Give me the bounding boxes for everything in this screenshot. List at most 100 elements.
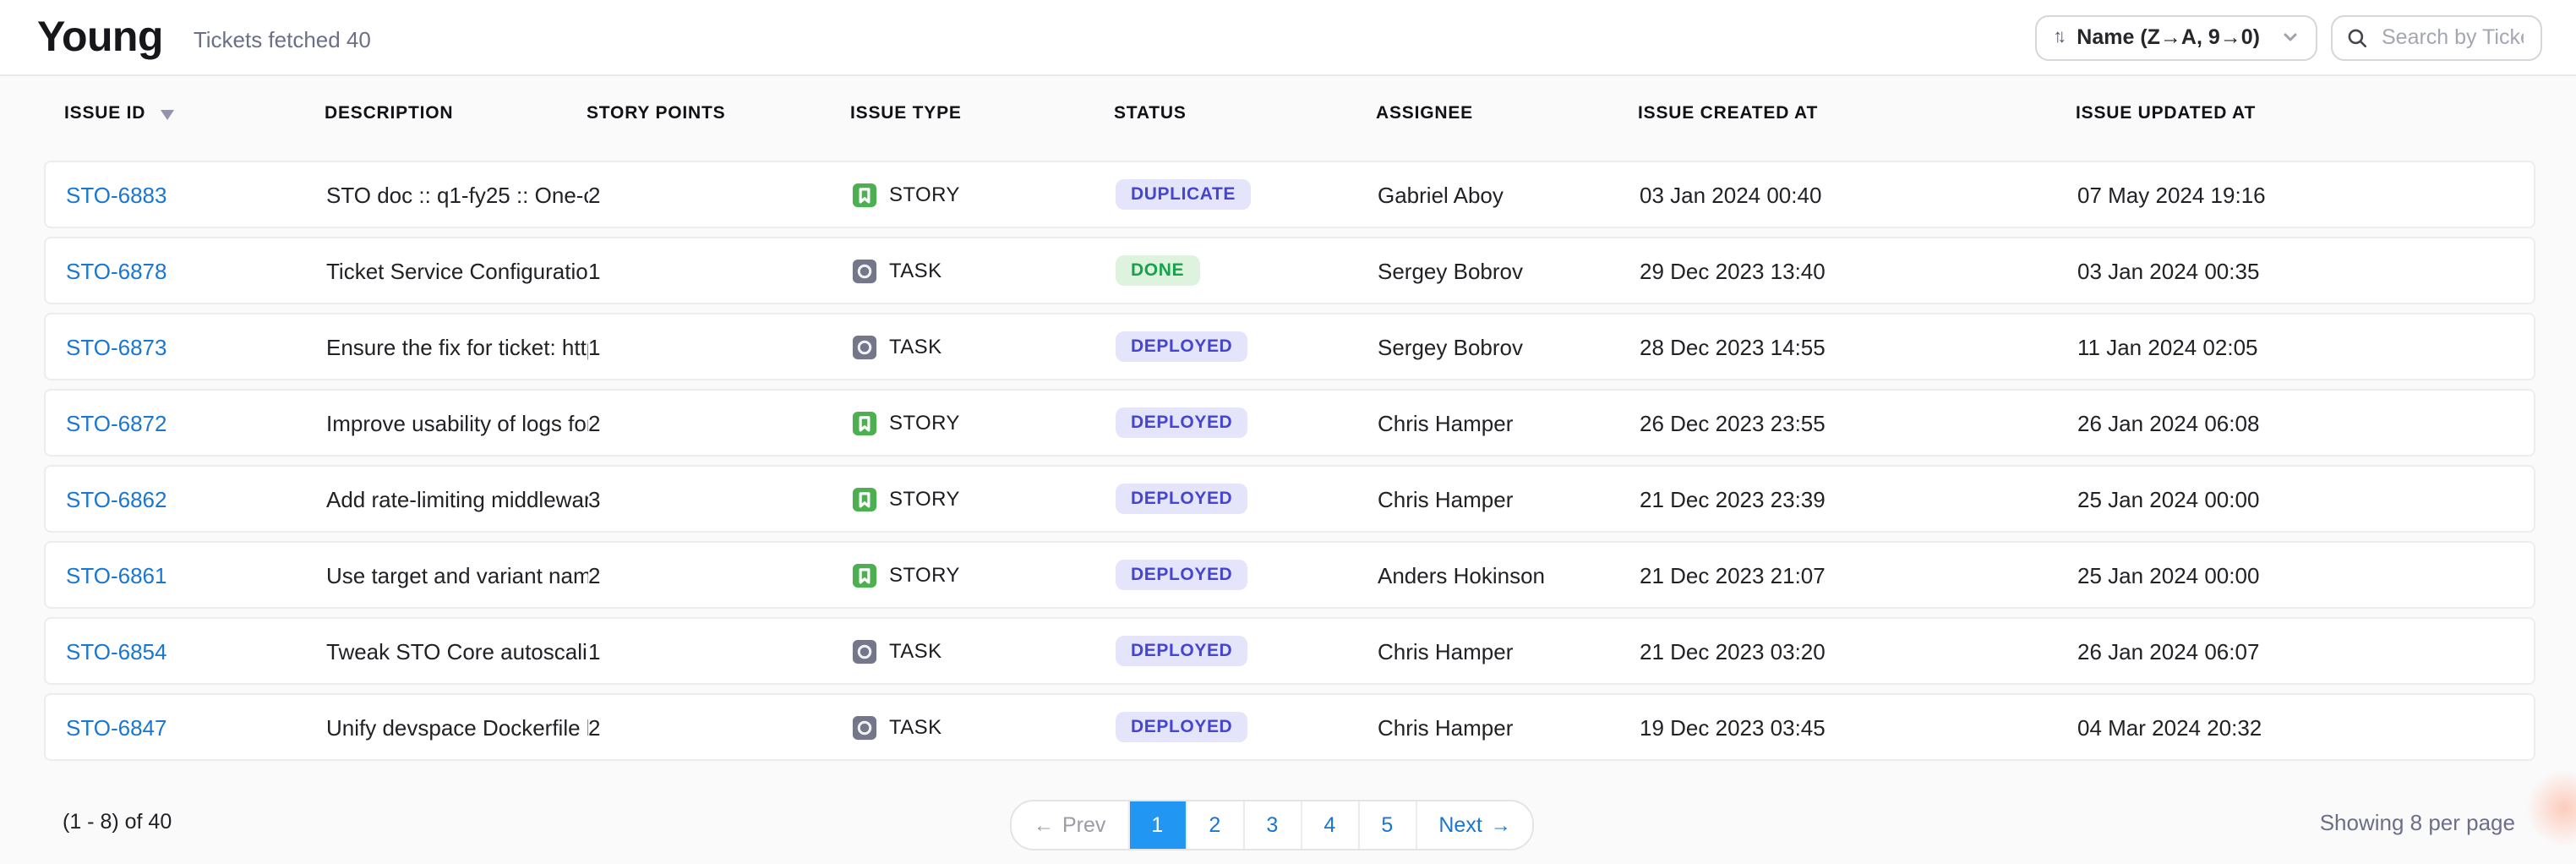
sort-dropdown[interactable]: ↑↓ Name (Z→A, 9→0) [2034, 14, 2317, 60]
column-header-story-points[interactable]: STORY POINTS [587, 103, 850, 123]
story-points: 1 [588, 334, 852, 359]
issue-description: Improve usability of logs for failur... [326, 410, 588, 435]
story-points: 2 [588, 562, 852, 588]
story-points: 1 [588, 638, 852, 664]
issue-created-at: 03 Jan 2024 00:40 [1640, 182, 2077, 207]
issue-updated-at: 11 Jan 2024 02:05 [2077, 334, 2513, 359]
sort-arrows-icon: ↑↓ [2053, 27, 2061, 47]
issue-type-cell: TASK [852, 258, 1116, 283]
footer-bar: (1 - 8) of 40 ←Prev12345Next→ Showing 8 … [0, 788, 2576, 864]
prev-page-button[interactable]: ←Prev [1012, 801, 1127, 849]
chevron-down-icon [2282, 29, 2299, 46]
table-header-row: ISSUE IDDESCRIPTIONSTORY POINTSISSUE TYP… [44, 103, 2535, 123]
status-badge: DEPLOYED [1116, 484, 1247, 515]
story-points: 2 [588, 714, 852, 740]
issue-description: Tweak STO Core autoscaling par... [326, 638, 588, 664]
issue-updated-at: 07 May 2024 19:16 [2077, 182, 2513, 207]
issue-type-label: STORY [889, 563, 960, 587]
table-row[interactable]: STO-6883 STO doc :: q1-fy25 :: One-click … [44, 161, 2535, 228]
task-icon [852, 258, 877, 283]
story-icon [852, 410, 877, 435]
per-page-label: Showing 8 per page [2320, 810, 2515, 835]
story-icon [852, 562, 877, 588]
app-root: Young Tickets fetched 40 ↑↓ Name (Z→A, 9… [0, 0, 2576, 864]
search-input[interactable] [2378, 24, 2527, 51]
issue-type-cell: TASK [852, 638, 1116, 664]
page-button-2[interactable]: 2 [1185, 801, 1242, 849]
issue-id-link[interactable]: STO-6872 [66, 410, 167, 435]
table-row[interactable]: STO-6854 Tweak STO Core autoscaling par..… [44, 617, 2535, 685]
arrow-left-icon: ← [1034, 813, 1054, 837]
table-row[interactable]: STO-6872 Improve usability of logs for fa… [44, 389, 2535, 457]
issue-id-cell: STO-6861 [66, 562, 326, 588]
issue-id-link[interactable]: STO-6861 [66, 562, 167, 588]
assignee-name: Sergey Bobrov [1378, 334, 1640, 359]
issue-id-cell: STO-6872 [66, 410, 326, 435]
status-cell: DEPLOYED [1116, 636, 1378, 667]
status-badge: DEPLOYED [1116, 636, 1247, 667]
story-icon [852, 182, 877, 207]
arrow-right-icon: → [1491, 813, 1511, 837]
issue-created-at: 26 Dec 2023 23:55 [1640, 410, 2077, 435]
column-header-issue-created-at[interactable]: ISSUE CREATED AT [1638, 103, 2076, 123]
issue-id-link[interactable]: STO-6878 [66, 258, 167, 283]
issue-type-cell: STORY [852, 562, 1116, 588]
pagination: ←Prev12345Next→ [1010, 800, 1535, 850]
search-icon [2346, 26, 2368, 48]
issue-id-link[interactable]: STO-6873 [66, 334, 167, 359]
issue-type-cell: STORY [852, 410, 1116, 435]
table-row[interactable]: STO-6861Use target and variant name sear… [44, 541, 2535, 609]
search-box[interactable] [2331, 14, 2542, 60]
top-bar: Young Tickets fetched 40 ↑↓ Name (Z→A, 9… [0, 0, 2576, 76]
issue-type-cell: TASK [852, 334, 1116, 359]
issue-updated-at: 26 Jan 2024 06:08 [2077, 410, 2513, 435]
page-button-3[interactable]: 3 [1242, 801, 1300, 849]
issue-type-label: TASK [889, 259, 942, 282]
issue-id-cell: STO-6883 [66, 182, 326, 207]
sort-descending-icon [161, 109, 174, 119]
issue-created-at: 28 Dec 2023 14:55 [1640, 334, 2077, 359]
issue-id-link[interactable]: STO-6862 [66, 486, 167, 511]
status-cell: DEPLOYED [1116, 407, 1378, 439]
issue-type-label: TASK [889, 715, 942, 739]
top-bar-actions: ↑↓ Name (Z→A, 9→0) [2034, 14, 2542, 60]
column-header-description[interactable]: DESCRIPTION [325, 103, 587, 123]
page-title: Young [37, 13, 163, 62]
assignee-name: Chris Hamper [1378, 638, 1640, 664]
issue-description: STO doc :: q1-fy25 :: One-click e... [326, 182, 588, 207]
column-header-status[interactable]: STATUS [1114, 103, 1376, 123]
page-button-1[interactable]: 1 [1127, 801, 1185, 849]
column-header-issue-updated-at[interactable]: ISSUE UPDATED AT [2076, 103, 2515, 123]
table-row[interactable]: STO-6847 Unify devspace Dockerfile build2… [44, 693, 2535, 761]
table-row[interactable]: STO-6862Add rate-limiting middleware to … [44, 465, 2535, 533]
issue-id-link[interactable]: STO-6883 [66, 182, 167, 207]
column-header-assignee[interactable]: ASSIGNEE [1376, 103, 1638, 123]
issue-updated-at: 04 Mar 2024 20:32 [2077, 714, 2513, 740]
status-cell: DEPLOYED [1116, 560, 1378, 591]
issue-id-link[interactable]: STO-6854 [66, 638, 167, 664]
story-icon [852, 486, 877, 511]
status-badge: DEPLOYED [1116, 331, 1247, 363]
issue-description: Unify devspace Dockerfile build [326, 714, 588, 740]
column-header-issue-type[interactable]: ISSUE TYPE [850, 103, 1114, 123]
issue-id-cell: STO-6873 [66, 334, 326, 359]
status-badge: DONE [1116, 255, 1199, 287]
page-button-4[interactable]: 4 [1300, 801, 1357, 849]
issue-description: Ticket Service Configuration [326, 258, 588, 283]
next-page-button[interactable]: Next→ [1415, 801, 1532, 849]
issue-type-cell: STORY [852, 182, 1116, 207]
status-badge: DUPLICATE [1116, 179, 1251, 211]
table-row[interactable]: STO-6878Ticket Service Configuration1TAS… [44, 237, 2535, 304]
page-button-5[interactable]: 5 [1357, 801, 1415, 849]
pagination-range-label: (1 - 8) of 40 [63, 810, 172, 834]
issue-type-label: TASK [889, 335, 942, 358]
issue-id-cell: STO-6862 [66, 486, 326, 511]
issue-id-cell: STO-6878 [66, 258, 326, 283]
table-area: ISSUE IDDESCRIPTIONSTORY POINTSISSUE TYP… [0, 76, 2576, 864]
issue-id-link[interactable]: STO-6847 [66, 714, 167, 740]
issue-created-at: 21 Dec 2023 03:20 [1640, 638, 2077, 664]
table-row[interactable]: STO-6873Ensure the fix for ticket: https… [44, 313, 2535, 380]
column-header-issue-id[interactable]: ISSUE ID [64, 103, 325, 123]
issue-created-at: 29 Dec 2023 13:40 [1640, 258, 2077, 283]
tickets-fetched-label: Tickets fetched 40 [194, 27, 371, 52]
